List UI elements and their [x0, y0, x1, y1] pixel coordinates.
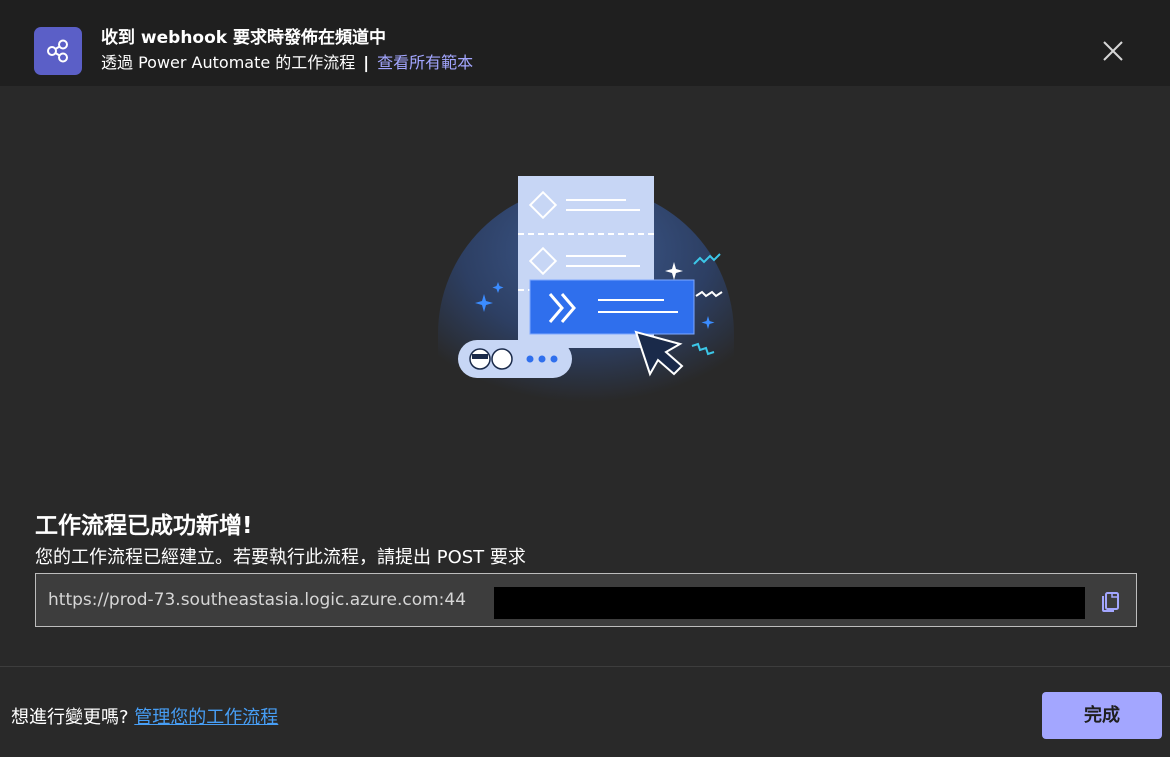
footer-prompt: 想進行變更嗎? 管理您的工作流程	[11, 705, 278, 731]
share-nodes-icon	[34, 27, 82, 75]
webhook-url-text[interactable]: https://prod-73.southeastasia.logic.azur…	[48, 588, 466, 612]
subtitle-text: 透過 Power Automate 的工作流程	[101, 53, 356, 72]
copy-url-button[interactable]	[1098, 587, 1124, 613]
webhook-url-field[interactable]: https://prod-73.southeastasia.logic.azur…	[35, 573, 1137, 627]
workflow-illustration	[438, 176, 734, 402]
done-button[interactable]: 完成	[1042, 692, 1162, 739]
success-title: 工作流程已成功新增!	[35, 513, 253, 539]
close-button[interactable]	[1100, 38, 1126, 64]
close-icon	[1103, 41, 1123, 61]
dialog-content: 工作流程已成功新增! 您的工作流程已經建立。若要執行此流程，請提出 POST 要…	[0, 86, 1170, 666]
dialog-subtitle: 透過 Power Automate 的工作流程 | 查看所有範本	[101, 52, 473, 74]
copy-icon	[1102, 592, 1119, 612]
manage-workflows-link[interactable]: 管理您的工作流程	[134, 707, 278, 728]
success-description: 您的工作流程已經建立。若要執行此流程，請提出 POST 要求	[35, 547, 526, 568]
redacted-url-segment	[494, 587, 1085, 619]
dialog-footer: 想進行變更嗎? 管理您的工作流程 完成	[0, 666, 1170, 757]
change-question: 想進行變更嗎?	[11, 707, 129, 728]
subtitle-separator: |	[363, 53, 370, 72]
dialog-title: 收到 webhook 要求時發佈在頻道中	[101, 28, 387, 48]
view-all-templates-link[interactable]: 查看所有範本	[377, 53, 473, 72]
dialog-header: 收到 webhook 要求時發佈在頻道中 透過 Power Automate 的…	[0, 0, 1170, 86]
